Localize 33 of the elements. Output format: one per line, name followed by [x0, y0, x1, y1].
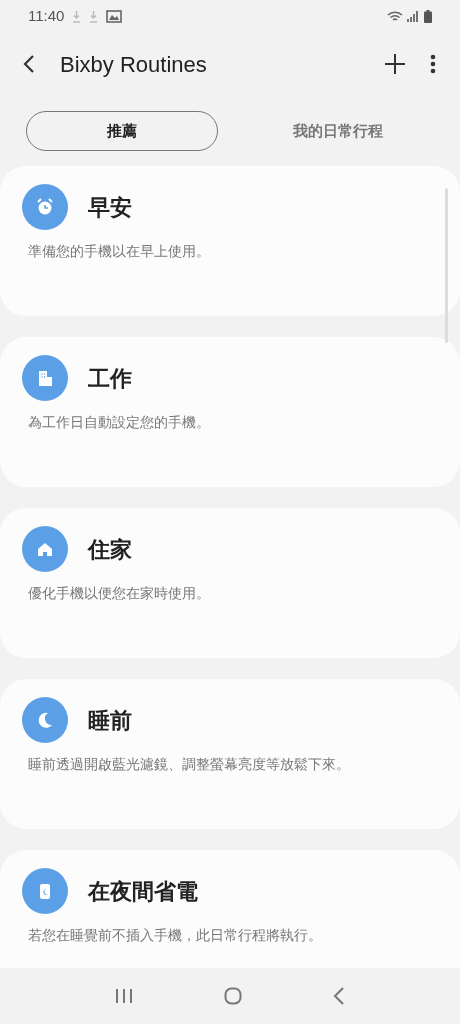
- building-icon: [22, 355, 68, 401]
- download-icon: [72, 9, 82, 23]
- battery-icon: [22, 868, 68, 914]
- routine-description: 睡前透過開啟藍光濾鏡、調整螢幕亮度等放鬆下來。: [28, 756, 351, 774]
- routine-description: 若您在睡覺前不插入手機，此日常行程將執行。: [28, 927, 323, 945]
- page-title: Bixby Routines: [60, 50, 207, 79]
- routine-description: 準備您的手機以在早上使用。: [28, 243, 211, 261]
- routine-description: 優化手機以便您在家時使用。: [28, 585, 211, 603]
- routine-card[interactable]: 工作 為工作日自動設定您的手機。: [0, 337, 460, 487]
- routine-title: 早安: [88, 193, 132, 222]
- routine-card[interactable]: 早安 準備您的手機以在早上使用。: [0, 166, 460, 316]
- routine-card[interactable]: 住家 優化手機以便您在家時使用。: [0, 508, 460, 658]
- image-icon: [106, 9, 123, 23]
- add-icon[interactable]: [384, 53, 406, 75]
- back-icon[interactable]: [22, 54, 36, 74]
- signal-icon: [407, 10, 420, 22]
- recent-apps-icon[interactable]: [115, 988, 134, 1004]
- routine-card[interactable]: 睡前 睡前透過開啟藍光濾鏡、調整螢幕亮度等放鬆下來。: [0, 679, 460, 829]
- battery-icon: [424, 9, 432, 23]
- status-time: 11:40: [28, 5, 65, 26]
- download-icon: [89, 9, 99, 23]
- alarm-clock-icon: [22, 184, 68, 230]
- tab[interactable]: 我的日常行程: [242, 111, 434, 151]
- house-icon: [22, 526, 68, 572]
- home-icon[interactable]: [224, 987, 242, 1005]
- routine-description: 為工作日自動設定您的手機。: [28, 414, 211, 432]
- routine-title: 住家: [88, 535, 132, 564]
- more-options-icon[interactable]: [430, 54, 436, 74]
- moon-icon: [22, 697, 68, 743]
- wifi-icon: [387, 9, 403, 23]
- routine-title: 在夜間省電: [88, 877, 198, 906]
- routine-title: 工作: [88, 364, 132, 393]
- routine-title: 睡前: [88, 706, 132, 735]
